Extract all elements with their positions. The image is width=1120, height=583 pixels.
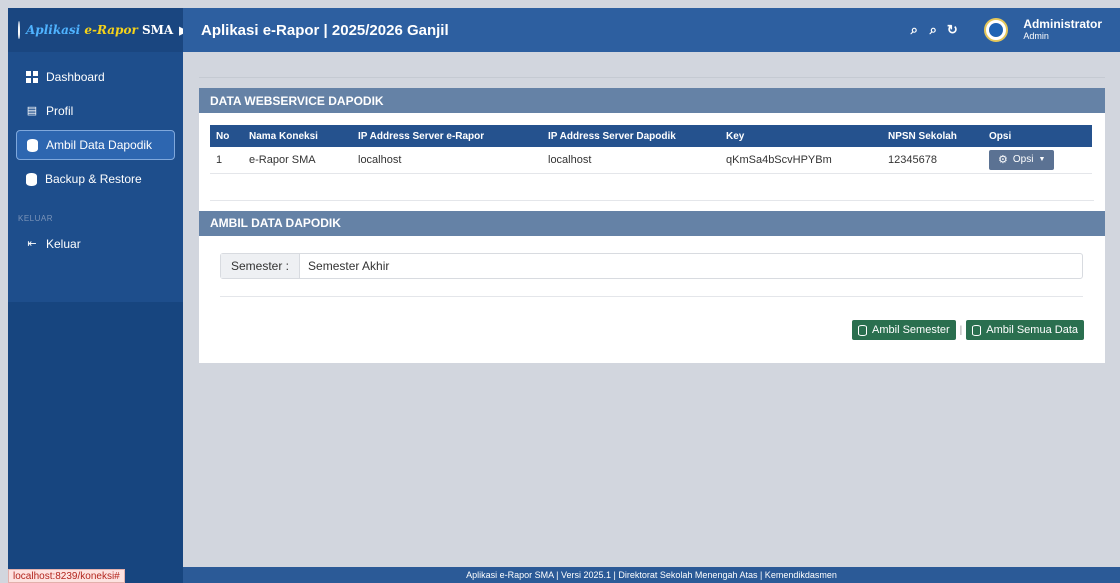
sidebar-item-ambil-data-dapodik[interactable]: Ambil Data Dapodik <box>16 130 175 160</box>
ambil-semester-button[interactable]: Ambil Semester <box>852 320 956 340</box>
section-header-ambil: AMBIL DATA DAPODIK <box>199 210 1105 236</box>
column-header: IP Address Server Dapodik <box>542 125 720 147</box>
topbar: Aplikasi e-Rapor | 2025/2026 Ganjil ⌕ ⌕ … <box>183 8 1120 52</box>
user-menu[interactable]: Administrator Admin <box>1023 18 1102 41</box>
brand-part-erapor: e-Rapor <box>84 23 138 37</box>
section-divider <box>210 199 1094 201</box>
refresh-icon[interactable]: ↻ <box>945 22 959 37</box>
sidebar-item-dashboard[interactable]: Dashboard <box>16 62 175 92</box>
sidebar-menu: Dashboard ▤ Profil Ambil Data Dapodik Ba… <box>8 52 183 302</box>
semester-label: Semester : <box>221 253 301 278</box>
column-header: Nama Koneksi <box>243 125 352 147</box>
topbar-icons: ⌕ ⌕ ↻ Administrator Admin <box>907 18 1102 42</box>
table-row: 1 e-Rapor SMA localhost localhost qKmSa4… <box>210 147 1092 174</box>
section-header-webservice: DATA WEBSERVICE DAPODIK <box>199 88 1105 113</box>
brand[interactable]: Aplikasi e-Rapor SMA ▶| <box>8 8 191 52</box>
database-icon <box>27 138 38 152</box>
sidebar-item-label: Dashboard <box>46 70 105 84</box>
brand-text: Aplikasi e-Rapor SMA <box>26 23 173 37</box>
id-card-icon: ▤ <box>26 105 38 117</box>
column-header: Key <box>720 125 882 147</box>
button-separator: | <box>959 324 963 336</box>
database-icon <box>972 324 982 336</box>
column-header: IP Address Server e-Rapor <box>352 125 542 147</box>
sidebar-lower <box>8 302 183 583</box>
user-name: Administrator <box>1023 17 1102 32</box>
opsi-dropdown-button[interactable]: ⚙ Opsi ▼ <box>989 149 1055 170</box>
semester-value: Semester Akhir <box>308 258 390 273</box>
footer: Aplikasi e-Rapor SMA | Versi 2025.1 | Di… <box>183 567 1120 583</box>
avatar[interactable] <box>984 18 1009 42</box>
sidebar-item-profil[interactable]: ▤ Profil <box>16 96 175 126</box>
opsi-label: Opsi <box>1012 154 1034 166</box>
app-logo-icon <box>18 21 20 39</box>
ambil-semester-label: Ambil Semester <box>872 324 950 336</box>
webservice-table: No Nama Koneksi IP Address Server e-Rapo… <box>210 125 1092 174</box>
sidebar-item-label: Ambil Data Dapodik <box>46 138 153 152</box>
cell-ip-dapodik: localhost <box>542 147 720 174</box>
brand-part-aplikasi: Aplikasi <box>26 23 81 37</box>
page-title: Aplikasi e-Rapor | 2025/2026 Ganjil <box>201 21 449 39</box>
brand-part-sma: SMA <box>141 23 174 37</box>
cell-key: qKmSa4bScvHPYBm <box>720 147 882 174</box>
sidebar: Aplikasi e-Rapor SMA ▶| Dashboard ▤ Prof… <box>8 8 191 583</box>
sidebar-item-backup-restore[interactable]: Backup & Restore <box>16 164 175 194</box>
cell-ip-erapor: localhost <box>352 147 542 174</box>
main-card: DATA WEBSERVICE DAPODIK No Nama Koneksi … <box>199 88 1105 363</box>
sidebar-item-label: Backup & Restore <box>45 172 142 186</box>
section-divider <box>220 295 1083 297</box>
footer-text: Aplikasi e-Rapor SMA | Versi 2025.1 | Di… <box>466 570 837 580</box>
cell-npsn: 12345678 <box>882 147 983 174</box>
action-buttons: Ambil Semester | Ambil Semua Data <box>852 320 1084 340</box>
cell-opsi: ⚙ Opsi ▼ <box>983 147 1092 174</box>
database-icon <box>26 172 37 186</box>
semester-field[interactable]: Semester : Semester Akhir <box>220 252 1083 279</box>
column-header: No <box>210 125 243 147</box>
sidebar-item-label: Keluar <box>46 237 81 251</box>
user-role: Admin <box>1023 30 1049 41</box>
avatar-emblem-icon <box>989 23 1004 37</box>
database-icon <box>858 324 868 336</box>
zoom-in-icon[interactable]: ⌕ <box>907 22 921 37</box>
zoom-out-icon[interactable]: ⌕ <box>926 22 940 37</box>
column-header: NPSN Sekolah <box>882 125 983 147</box>
sidebar-section-label: KELUAR <box>18 214 54 223</box>
caret-down-icon: ▼ <box>1038 156 1046 164</box>
gear-icon: ⚙ <box>998 154 1008 167</box>
logout-icon: ⇤ <box>27 238 37 250</box>
ambil-semua-data-button[interactable]: Ambil Semua Data <box>966 320 1084 340</box>
content-divider <box>199 77 1105 78</box>
sidebar-item-label: Profil <box>46 104 74 118</box>
ambil-semua-data-label: Ambil Semua Data <box>986 324 1078 336</box>
column-header: Opsi <box>983 125 1092 147</box>
table-header-row: No Nama Koneksi IP Address Server e-Rapo… <box>210 125 1092 147</box>
cell-no: 1 <box>210 147 243 174</box>
cell-nama-koneksi: e-Rapor SMA <box>243 147 352 174</box>
sidebar-item-keluar[interactable]: ⇤ Keluar <box>16 229 175 259</box>
dashboard-icon <box>26 71 38 83</box>
status-bar-url: localhost:8239/koneksi# <box>8 569 125 583</box>
